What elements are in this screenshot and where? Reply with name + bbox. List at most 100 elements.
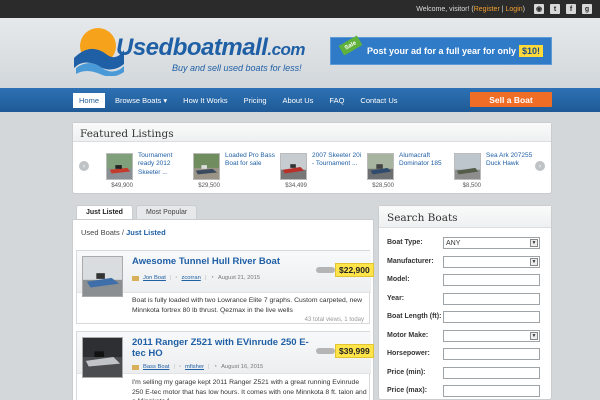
featured-listings: Featured Listings ‹ › Tournament ready 2…	[72, 122, 552, 194]
listing-date: August 21, 2015	[217, 275, 261, 281]
listing-views: 43 total views, 1 today	[304, 317, 364, 323]
field-label: Boat Length (ft):	[387, 313, 442, 320]
site-header: Usedboatmall.com Buy and sell used boats…	[0, 18, 600, 88]
year-input[interactable]	[443, 293, 540, 305]
promo-price: $10!	[518, 45, 543, 57]
featured-item[interactable]: Sea Ark 207255 Duck Hawk $8,500	[454, 152, 538, 192]
nav-faq[interactable]: FAQ	[329, 96, 344, 105]
nav-contact-us[interactable]: Contact Us	[360, 96, 397, 105]
featured-price: $28,500	[372, 183, 394, 189]
listing-photo[interactable]	[82, 337, 123, 378]
featured-title[interactable]: 2007 Skeeter 20i - Tournament ...	[312, 152, 362, 169]
tab-most-popular[interactable]: Most Popular	[135, 205, 198, 219]
user-icon: ◦	[178, 364, 182, 370]
field-label: Price (max):	[387, 387, 428, 394]
featured-price: $34,499	[285, 183, 307, 189]
listing-price: $39,999	[335, 344, 374, 358]
price-min-input[interactable]	[443, 367, 540, 379]
listing-category[interactable]: Bass Boat	[143, 364, 169, 370]
boat-length-input[interactable]	[443, 311, 540, 323]
boat-thumbnail[interactable]	[454, 153, 481, 180]
close-paren: )	[522, 5, 525, 13]
featured-price: $49,900	[111, 183, 133, 189]
boat-thumbnail[interactable]	[193, 153, 220, 180]
nav-home[interactable]: Home	[73, 92, 106, 108]
logo-text: Usedboatmall.com	[116, 34, 306, 62]
tab-just-listed[interactable]: Just Listed	[76, 205, 133, 219]
folder-icon	[132, 364, 139, 370]
featured-price: $29,500	[198, 183, 220, 189]
logo-text-tld: .com	[267, 40, 306, 59]
featured-title[interactable]: Tournament ready 2012 Skeeter ...	[138, 152, 188, 177]
search-heading: Search Boats	[379, 206, 551, 228]
welcome-label: Welcome, visitor!	[416, 5, 470, 13]
featured-title[interactable]: Loaded Pro Bass Boat for sale	[225, 152, 275, 169]
facebook-icon[interactable]: f	[566, 4, 576, 14]
user-icon: ◦	[175, 275, 178, 281]
motor-make-select[interactable]: ▼	[443, 330, 540, 342]
promo-banner[interactable]: Post your ad for a full year for only $1…	[330, 37, 552, 65]
rss-icon[interactable]: ◉	[534, 4, 544, 14]
clock-icon: ◔	[210, 275, 214, 281]
listing-description: I'm selling my garage kept 2011 Ranger Z…	[132, 379, 367, 400]
featured-item[interactable]: Loaded Pro Bass Boat for sale $29,500	[193, 152, 277, 192]
boat-thumbnail[interactable]	[280, 153, 307, 180]
listing-date: August 16, 2015	[221, 364, 264, 370]
sell-a-boat-button[interactable]: Sell a Boat	[470, 92, 552, 107]
listing-user[interactable]: zcorran	[181, 275, 200, 281]
listing-title[interactable]: 2011 Ranger Z521 with EVinrude 250 E-tec…	[132, 337, 312, 359]
featured-item[interactable]: Tournament ready 2012 Skeeter ... $49,90…	[106, 152, 190, 192]
breadcrumb-root[interactable]: Used Boats	[81, 228, 120, 237]
chevron-down-icon: ▼	[530, 239, 538, 247]
welcome-text: Welcome, visitor! (Register | Login)	[416, 6, 525, 13]
meta-divider: |	[204, 275, 207, 281]
nav-browse-boats[interactable]: Browse Boats ▾	[115, 96, 167, 105]
price-tag-icon	[316, 267, 335, 273]
chevron-down-icon: ▼	[530, 332, 538, 340]
nav-how-it-works[interactable]: How It Works	[183, 96, 227, 105]
logo-tagline: Buy and sell used boats for less!	[172, 63, 302, 73]
listing-card: 2011 Ranger Z521 with EVinrude 250 E-tec…	[76, 331, 374, 400]
logo-text-main: Usedboatmall	[116, 34, 268, 61]
register-link[interactable]: Register	[474, 6, 500, 13]
clock-icon: ◔	[213, 364, 218, 370]
field-label: Horsepower:	[387, 350, 430, 357]
meta-divider: |	[208, 364, 210, 370]
folder-icon	[132, 275, 139, 281]
manufacturer-select[interactable]: ▼	[443, 256, 540, 268]
field-label: Year:	[387, 295, 405, 302]
meta-divider: |	[169, 275, 172, 281]
price-max-input[interactable]	[443, 385, 540, 397]
login-link[interactable]: Login	[506, 6, 523, 13]
featured-title[interactable]: Sea Ark 207255 Duck Hawk	[486, 152, 536, 169]
nav-about-us[interactable]: About Us	[283, 96, 314, 105]
top-bar: Welcome, visitor! (Register | Login) ◉ t…	[0, 0, 600, 18]
nav-pricing[interactable]: Pricing	[244, 96, 267, 105]
boat-type-select[interactable]: ANY ▼	[443, 237, 540, 249]
horsepower-input[interactable]	[443, 348, 540, 360]
site-logo[interactable]: Usedboatmall.com Buy and sell used boats…	[72, 22, 306, 84]
listing-photo[interactable]	[82, 256, 123, 297]
listing-category[interactable]: Jon Boat	[143, 275, 166, 281]
breadcrumb: Used Boats / Just Listed	[81, 228, 166, 237]
nav-browse-label: Browse Boats	[115, 95, 162, 105]
google-plus-icon[interactable]: g	[582, 4, 592, 14]
field-label: Manufacturer:	[387, 258, 434, 265]
chevron-down-icon: ▼	[530, 258, 538, 266]
featured-title[interactable]: Alumacraft Dominator 185	[399, 152, 449, 169]
boat-thumbnail[interactable]	[106, 153, 133, 180]
meta-divider: |	[173, 364, 175, 370]
promo-text: Post your ad for a full year for only	[366, 46, 516, 56]
breadcrumb-sep: /	[121, 228, 124, 237]
twitter-icon[interactable]: t	[550, 4, 560, 14]
boat-thumbnail[interactable]	[367, 153, 394, 180]
listing-tabs: Just Listed Most Popular	[76, 205, 198, 219]
featured-item[interactable]: Alumacraft Dominator 185 $28,500	[367, 152, 451, 192]
listing-title[interactable]: Awesome Tunnel Hull River Boat	[132, 256, 312, 267]
featured-item[interactable]: 2007 Skeeter 20i - Tournament ... $34,49…	[280, 152, 364, 192]
listing-description: Boat is fully loaded with two Lowrance E…	[132, 297, 363, 314]
carousel-prev-icon[interactable]: ‹	[79, 161, 89, 171]
model-input[interactable]	[443, 274, 540, 286]
listing-user[interactable]: mfisher	[185, 364, 204, 370]
listings-panel: Used Boats / Just Listed Awesome Tunnel …	[72, 219, 374, 400]
